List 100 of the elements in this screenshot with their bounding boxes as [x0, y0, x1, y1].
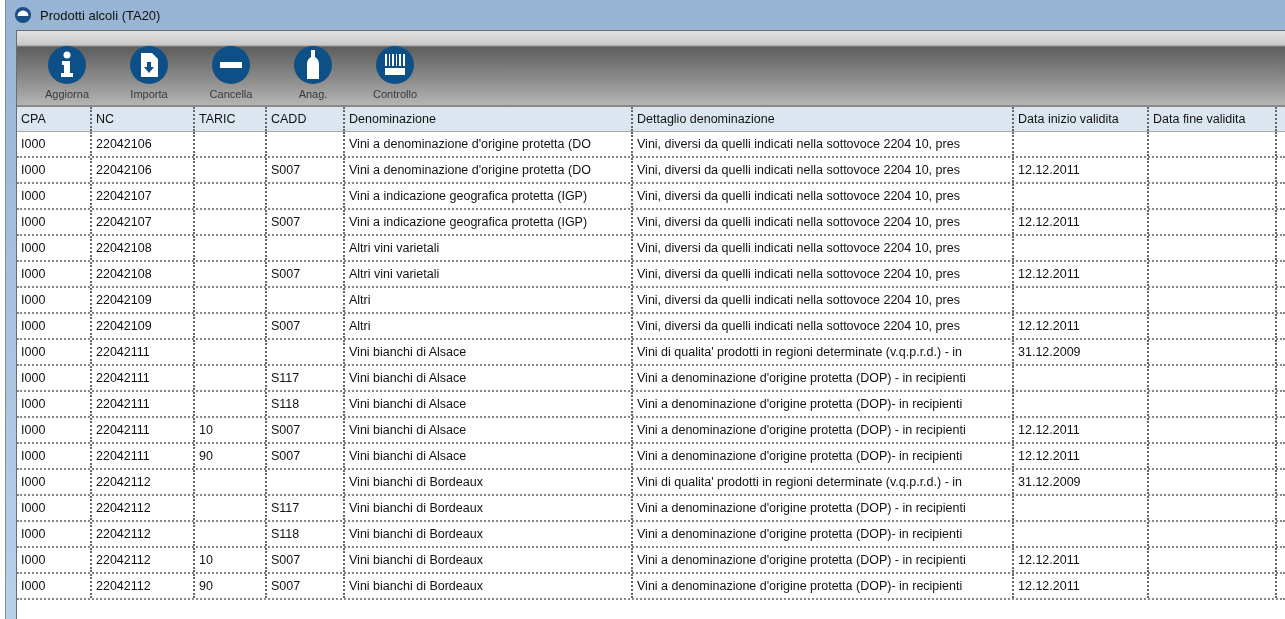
column-header[interactable]: Denominazione	[345, 107, 633, 131]
table-cell: Altri	[345, 288, 633, 312]
table-cell: Vini, diversi da quelli indicati nella sottovoce 2204 10, pres	[633, 210, 1014, 234]
table-cell: 22042112	[92, 496, 195, 520]
table-cell: 22042108	[92, 262, 195, 286]
toolbar-button[interactable]: Aggiorna	[29, 31, 105, 100]
table-cell: 22042108	[92, 236, 195, 260]
bottle-icon	[293, 45, 333, 85]
table-cell: Vini bianchi di Bordeaux	[345, 574, 633, 598]
table-cell: Vini bianchi di Alsace	[345, 366, 633, 390]
table-cell: Vini a denominazione d'origine protetta (DOP) - in recipienti	[633, 496, 1014, 520]
table-cell: 90	[195, 574, 267, 598]
table-cell: 10	[195, 418, 267, 442]
table-cell: 22042111	[92, 418, 195, 442]
table-cell: 12.12.2011	[1014, 314, 1149, 338]
table-cell: S007	[267, 548, 345, 572]
table-cell: 22042111	[92, 366, 195, 390]
table-cell: 22042109	[92, 288, 195, 312]
table-cell: S007	[267, 210, 345, 234]
table-cell: S007	[267, 418, 345, 442]
table-cell: Vini bianchi di Bordeaux	[345, 496, 633, 520]
table-cell: S007	[267, 262, 345, 286]
table-cell: 90	[195, 444, 267, 468]
table-cell: I000	[17, 288, 92, 312]
column-header[interactable]: Dettaglio denominazione	[633, 107, 1014, 131]
table-cell: Altri vini varietali	[345, 262, 633, 286]
table-cell: I000	[17, 210, 92, 234]
table-cell: 22042112	[92, 522, 195, 546]
toolbar-button[interactable]: Importa	[111, 31, 187, 100]
column-header[interactable]: CADD	[267, 107, 345, 131]
table-cell: Vini bianchi di Bordeaux	[345, 470, 633, 494]
table-cell: I000	[17, 262, 92, 286]
table-cell: I000	[17, 470, 92, 494]
table-cell: I000	[17, 548, 92, 572]
table-cell: 22042107	[92, 210, 195, 234]
table-cell: Vini bianchi di Alsace	[345, 340, 633, 364]
table-cell: S007	[267, 574, 345, 598]
table-cell: 22042111	[92, 392, 195, 416]
table-cell: Vini, diversi da quelli indicati nella sottovoce 2204 10, pres	[633, 314, 1014, 338]
table-cell: S007	[267, 314, 345, 338]
table-cell: 22042112	[92, 574, 195, 598]
table-cell: Vini bianchi di Bordeaux	[345, 548, 633, 572]
table-cell: Vini bianchi di Alsace	[345, 392, 633, 416]
table-cell: S118	[267, 392, 345, 416]
table-cell: Vini a denominazione d'origine protetta (DOP)- in recipienti	[633, 574, 1014, 598]
table-cell: 12.12.2011	[1014, 574, 1149, 598]
table-cell: 22042111	[92, 444, 195, 468]
table-cell: Vini bianchi di Alsace	[345, 444, 633, 468]
table-cell: Vini di qualita' prodotti in regioni determinate (v.q.p.r.d.) - in	[633, 470, 1014, 494]
barcode-icon	[375, 45, 415, 85]
table-cell: I000	[17, 236, 92, 260]
toolbar-button[interactable]: Controllo	[357, 31, 433, 100]
table-cell: 12.12.2011	[1014, 418, 1149, 442]
table-cell: 22042112	[92, 470, 195, 494]
table-cell: Vini, diversi da quelli indicati nella sottovoce 2204 10, pres	[633, 288, 1014, 312]
table-cell: 22042111	[92, 340, 195, 364]
table-cell: I000	[17, 184, 92, 208]
table-cell: Altri	[345, 314, 633, 338]
table-cell: I000	[17, 340, 92, 364]
table-cell: 12.12.2011	[1014, 444, 1149, 468]
table-cell: 22042107	[92, 184, 195, 208]
table-cell: I000	[17, 132, 92, 156]
table-cell: Vini a denominazione d'origine protetta (DOP)- in recipienti	[633, 522, 1014, 546]
table-cell: Vini a denominazione d'origine protetta (DOP) - in recipienti	[633, 548, 1014, 572]
minus-icon	[211, 45, 251, 85]
table-cell: I000	[17, 314, 92, 338]
table-cell: I000	[17, 392, 92, 416]
table-cell: Vini a denominazione d'origine protetta (DOP)- in recipienti	[633, 392, 1014, 416]
table-cell: Vini bianchi di Alsace	[345, 418, 633, 442]
column-header[interactable]: Data fine validita	[1149, 107, 1277, 131]
table-cell: 22042112	[92, 548, 195, 572]
table-cell: Vini, diversi da quelli indicati nella sottovoce 2204 10, pres	[633, 158, 1014, 182]
table-cell: 12.12.2011	[1014, 158, 1149, 182]
table-cell: I000	[17, 522, 92, 546]
table-cell: Vini di qualita' prodotti in regioni determinate (v.q.p.r.d.) - in	[633, 340, 1014, 364]
column-header[interactable]: CPA	[17, 107, 92, 131]
toolbar-button[interactable]: Anag.	[275, 31, 351, 100]
column-header[interactable]: Data inizio validita	[1014, 107, 1149, 131]
table-cell: 31.12.2009	[1014, 470, 1149, 494]
column-header[interactable]: TARIC	[195, 107, 267, 131]
table-cell: 12.12.2011	[1014, 210, 1149, 234]
table-cell: Vini, diversi da quelli indicati nella sottovoce 2204 10, pres	[633, 236, 1014, 260]
table-cell: I000	[17, 158, 92, 182]
toolbar-button[interactable]: Cancella	[193, 31, 269, 100]
table-cell: Vini a indicazione geografica protetta (IGP)	[345, 184, 633, 208]
table-cell: I000	[17, 444, 92, 468]
window-title: Prodotti alcoli (TA20)	[40, 7, 161, 23]
table-cell: Vini bianchi di Bordeaux	[345, 522, 633, 546]
table-cell: Vini, diversi da quelli indicati nella sottovoce 2204 10, pres	[633, 184, 1014, 208]
table-cell: S007	[267, 158, 345, 182]
table-cell: 31.12.2009	[1014, 340, 1149, 364]
table-cell: S117	[267, 366, 345, 390]
table-cell: Vini, diversi da quelli indicati nella sottovoce 2204 10, pres	[633, 262, 1014, 286]
table-cell: 22042106	[92, 132, 195, 156]
table-cell: Altri vini varietali	[345, 236, 633, 260]
info-icon	[47, 45, 87, 85]
table-cell: S118	[267, 522, 345, 546]
column-header[interactable]: NC	[92, 107, 195, 131]
table-cell: 12.12.2011	[1014, 262, 1149, 286]
table-cell: Vini a denominazione d'origine protetta (DO	[345, 158, 633, 182]
